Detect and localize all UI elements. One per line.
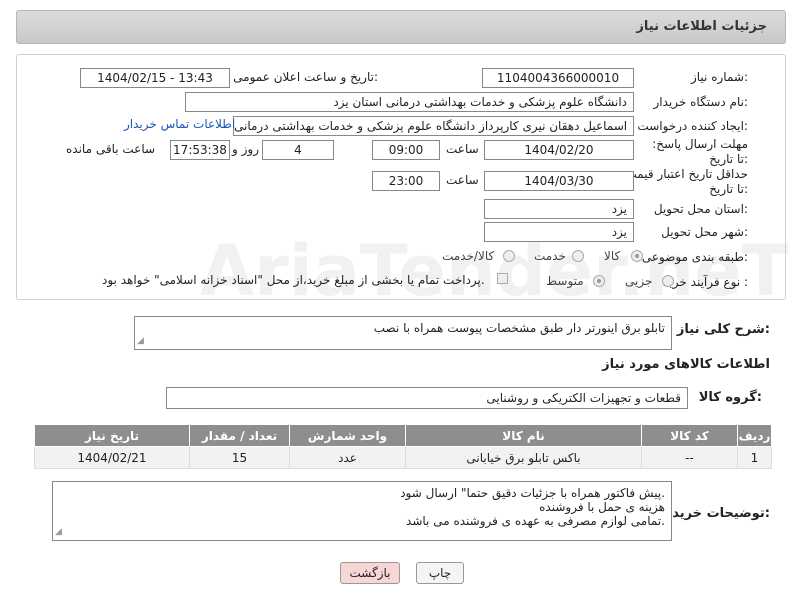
remaining-time-field: 17:53:38	[170, 140, 230, 160]
col-date: تاریخ نیاز	[34, 424, 190, 447]
table-row: 1 -- باکس تابلو برق خیابانی عدد 15 1404/…	[34, 446, 772, 469]
category-label: طبقه بندی موضوعی:	[641, 250, 748, 264]
buyer-notes-textarea[interactable]: پیش فاکتور همراه با جزئیات دقیق حتما" ار…	[52, 481, 672, 541]
col-row: ردیف	[737, 424, 772, 447]
cell-row: 1	[737, 446, 772, 469]
price-deadline-label: حداقل تاریخ اعتبار قیمت: تا تاریخ:	[621, 167, 748, 196]
city-label: شهر محل تحویل:	[661, 225, 748, 239]
category-radio-service[interactable]	[572, 250, 584, 262]
col-unit: واحد شمارش	[289, 424, 406, 447]
province-field: یزد	[484, 199, 634, 219]
cell-date: 1404/02/21	[34, 446, 190, 469]
category-option-both: کالا/خدمت	[442, 249, 495, 263]
days-label: روز و	[232, 142, 259, 156]
province-label: استان محل تحویل:	[653, 202, 748, 216]
announce-field: 1404/02/15 - 13:43	[80, 68, 230, 88]
category-option-goods: کالا	[604, 249, 621, 263]
payment-checkbox[interactable]	[497, 273, 508, 284]
category-radio-both[interactable]	[503, 250, 515, 262]
goods-section-title: اطلاعات کالاهای مورد نیاز	[602, 357, 770, 372]
buyer-notes-line: تمامی لوازم مصرفی به عهده ی فروشنده می ب…	[406, 514, 665, 528]
buyer-notes-line: پیش فاکتور همراه با جزئیات دقیق حتما" ار…	[400, 486, 665, 500]
cell-code: --	[641, 446, 738, 469]
category-option-service: خدمت	[534, 249, 566, 263]
title-bar: جزئیات اطلاعات نیاز	[16, 10, 786, 44]
col-code: کد کالا	[641, 424, 738, 447]
announce-label: تاریخ و ساعت اعلان عمومی:	[233, 70, 378, 84]
price-date-field: 1404/03/30	[484, 171, 634, 191]
cell-name: باکس تابلو برق خیابانی	[405, 446, 642, 469]
creator-field: اسماعیل دهقان نیری کارپرداز دانشگاه علوم…	[233, 116, 634, 136]
remaining-label: ساعت باقی مانده	[66, 142, 156, 156]
description-label: شرح کلی نیاز:	[676, 322, 770, 337]
page-title: جزئیات اطلاعات نیاز	[636, 19, 767, 34]
goods-table: ردیف کد کالا نام کالا واحد شمارش تعداد /…	[34, 424, 772, 469]
process-option-medium: متوسط	[546, 274, 584, 288]
need-number-field: 1104004366000010	[482, 68, 634, 88]
description-text: تابلو برق اینورتر دار طبق مشخصات پیوست ه…	[373, 321, 665, 335]
goods-table-header: ردیف کد کالا نام کالا واحد شمارش تعداد /…	[34, 424, 772, 447]
process-radio-minor[interactable]	[662, 275, 674, 287]
process-option-minor: جزیی	[625, 274, 653, 288]
buyer-org-label: نام دستگاه خریدار:	[653, 95, 749, 109]
reply-time-field: 09:00	[372, 140, 440, 160]
print-button[interactable]: چاپ	[416, 562, 464, 584]
category-radio-goods[interactable]	[631, 250, 643, 262]
cell-qty: 15	[189, 446, 290, 469]
col-qty: تعداد / مقدار	[189, 424, 290, 447]
need-number-label: شماره نیاز:	[690, 70, 748, 84]
goods-group-label: گروه کالا:	[698, 390, 762, 405]
back-button[interactable]: بازگشت	[340, 562, 400, 584]
description-textarea[interactable]: تابلو برق اینورتر دار طبق مشخصات پیوست ه…	[134, 316, 672, 350]
goods-group-field: قطعات و تجهیزات الکتریکی و روشنایی	[166, 387, 688, 409]
cell-unit: عدد	[289, 446, 406, 469]
buyer-contact-link[interactable]: اطلاعات تماس خریدار	[124, 117, 235, 131]
price-time-label: ساعت	[446, 173, 479, 187]
reply-deadline-label: مهلت ارسال پاسخ: تا تاریخ:	[652, 137, 748, 166]
city-field: یزد	[484, 222, 634, 242]
buyer-org-field: دانشگاه علوم پزشکی و خدمات بهداشتی درمان…	[185, 92, 634, 112]
buyer-notes-line: هزینه ی حمل با فروشنده	[539, 500, 665, 514]
col-name: نام کالا	[405, 424, 642, 447]
process-label: نوع فرآیند خرید :	[663, 275, 748, 289]
resize-handle-icon[interactable]: ◢	[137, 334, 144, 348]
price-time-field: 23:00	[372, 171, 440, 191]
process-radio-medium[interactable]	[593, 275, 605, 287]
payment-note: پرداخت تمام یا بخشی از مبلغ خرید،از محل …	[102, 273, 485, 287]
reply-date-field: 1404/02/20	[484, 140, 634, 160]
days-field: 4	[262, 140, 334, 160]
creator-label: ایجاد کننده درخواست:	[637, 119, 748, 133]
resize-handle-icon[interactable]: ◢	[55, 525, 62, 539]
reply-time-label: ساعت	[446, 142, 479, 156]
buyer-notes-label: توضیحات خریدار:	[660, 506, 770, 521]
